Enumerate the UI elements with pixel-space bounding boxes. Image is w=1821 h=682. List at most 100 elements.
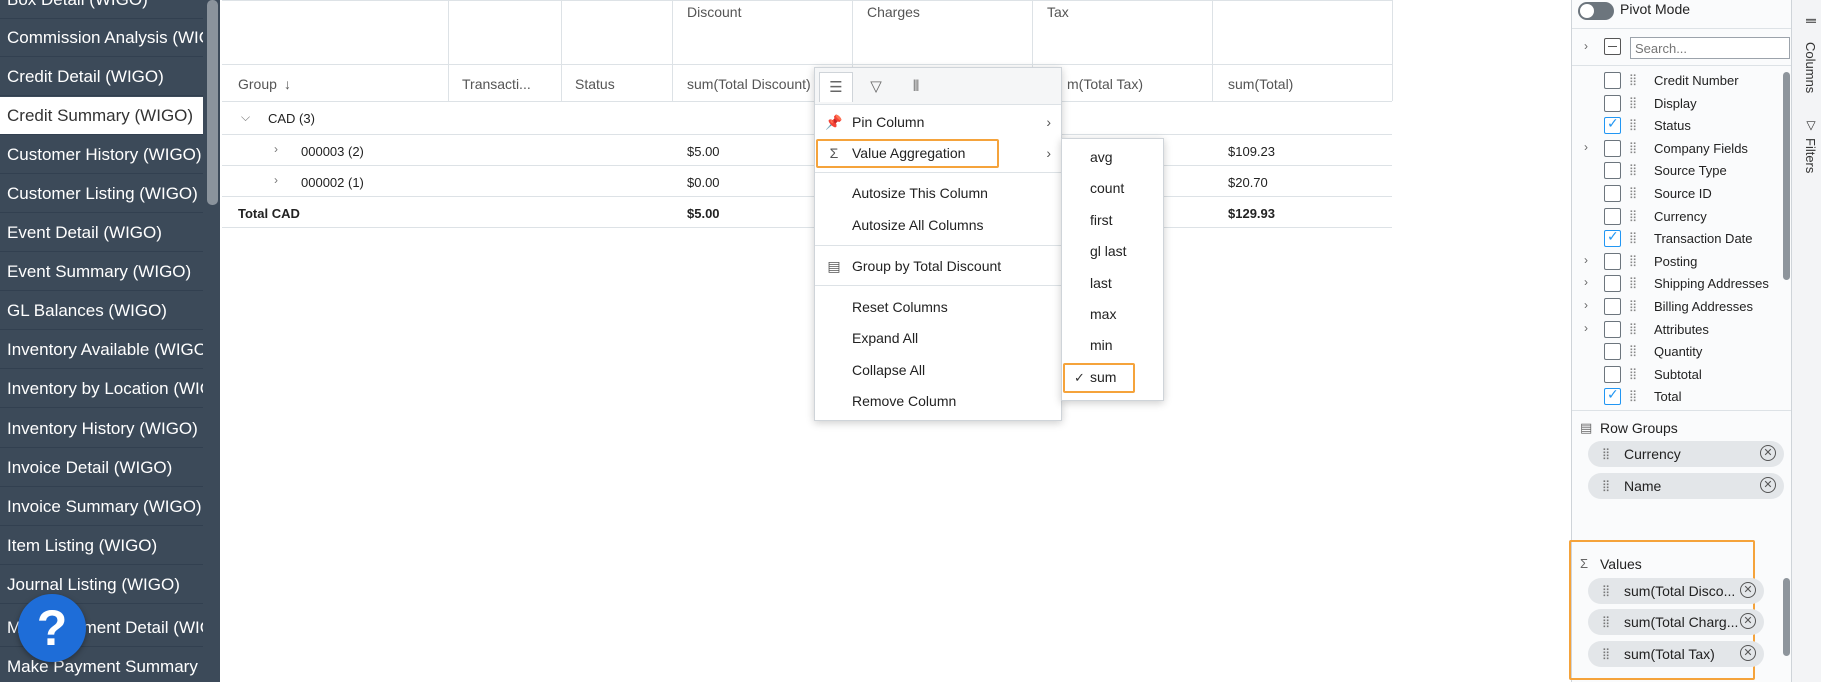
menu-item-reset-columns[interactable]: Reset Columns [815, 292, 1061, 322]
column-checkbox[interactable] [1604, 72, 1621, 89]
column-header-status[interactable]: Status [575, 76, 615, 92]
drag-handle-icon[interactable]: ⣿ [1602, 441, 1610, 467]
column-item[interactable]: ⣿ Currency [1572, 206, 1782, 228]
column-item[interactable]: › ⣿ Posting [1572, 251, 1782, 273]
agg-option-gl-last[interactable]: gl last [1062, 236, 1163, 267]
column-item[interactable]: ⣿ Display [1572, 93, 1782, 115]
remove-circle-icon[interactable]: ✕ [1740, 582, 1756, 598]
expand-chevron-icon[interactable]: › [1584, 321, 1588, 335]
column-item[interactable]: ⣿ Source ID [1572, 183, 1782, 205]
drag-handle-icon[interactable]: ⣿ [1629, 186, 1637, 199]
drag-handle-icon[interactable]: ⣿ [1629, 344, 1637, 357]
sidebar-item-credit-summary[interactable]: Credit Summary (WIGO) [0, 97, 203, 135]
group-row-cad[interactable]: CAD (3) [268, 111, 315, 126]
sidebar-item-customer-listing[interactable]: Customer Listing (WIGO) [0, 175, 203, 213]
menu-item-collapse-all[interactable]: Collapse All [815, 355, 1061, 385]
column-item[interactable]: › ⣿ Shipping Addresses [1572, 273, 1782, 295]
expand-chevron-icon[interactable]: › [274, 142, 278, 156]
remove-circle-icon[interactable]: ✕ [1760, 477, 1776, 493]
column-item[interactable]: › ⣿ Attributes [1572, 319, 1782, 341]
column-item[interactable]: ⣿ Transaction Date [1572, 228, 1782, 250]
side-tab-columns[interactable]: Columns [1796, 42, 1818, 93]
drag-handle-icon[interactable]: ⣿ [1629, 163, 1637, 176]
drag-handle-icon[interactable]: ⣿ [1629, 299, 1637, 312]
column-item[interactable]: ⣿ Subtotal [1572, 364, 1782, 386]
sidebar-item-gl-balances[interactable]: GL Balances (WIGO) [0, 292, 203, 330]
sidebar-item-item-listing[interactable]: Item Listing (WIGO) [0, 527, 203, 565]
expand-chevron-icon[interactable]: › [1584, 140, 1588, 154]
column-checkbox[interactable] [1604, 185, 1621, 202]
sidebar-item-journal-listing[interactable]: Journal Listing (WIGO) [0, 566, 203, 604]
collapse-chevron-icon[interactable]: ⌵ [241, 110, 250, 125]
remove-circle-icon[interactable]: ✕ [1760, 445, 1776, 461]
sidebar-item-invoice-detail[interactable]: Invoice Detail (WIGO) [0, 449, 203, 487]
values-scrollbar[interactable] [1783, 578, 1790, 656]
drag-handle-icon[interactable]: ⣿ [1629, 141, 1637, 154]
row-group-pill-name[interactable]: ⣿ Name ✕ [1588, 473, 1784, 499]
drag-handle-icon[interactable]: ⣿ [1602, 641, 1610, 667]
group-row-000002[interactable]: 000002 (1) [301, 175, 364, 190]
sidebar-scrollbar[interactable] [207, 0, 218, 205]
column-checkbox[interactable] [1604, 228, 1621, 248]
column-item[interactable]: › ⣿ Company Fields [1572, 138, 1782, 160]
sidebar-item-inventory-by-location[interactable]: Inventory by Location (WIGO) [0, 370, 203, 408]
column-item[interactable]: › ⣿ Billing Addresses [1572, 296, 1782, 318]
drag-handle-icon[interactable]: ⣿ [1629, 96, 1637, 109]
sidebar-item-inventory-history[interactable]: Inventory History (WIGO) [0, 410, 203, 448]
sidebar-item-event-detail[interactable]: Event Detail (WIGO) [0, 214, 203, 252]
column-item[interactable]: ⣿ Quantity [1572, 341, 1782, 363]
expand-chevron-icon[interactable]: › [274, 173, 278, 187]
column-list-scrollbar[interactable] [1783, 72, 1790, 280]
menu-tab-columns[interactable]: ⦀ [899, 72, 933, 102]
menu-item-remove-column[interactable]: Remove Column [815, 386, 1061, 416]
expand-chevron-icon[interactable]: › [1584, 298, 1588, 312]
remove-circle-icon[interactable]: ✕ [1740, 613, 1756, 629]
group-row-000003[interactable]: 000003 (2) [301, 144, 364, 159]
menu-tab-general[interactable]: ☰ [819, 72, 853, 102]
drag-handle-icon[interactable]: ⣿ [1629, 73, 1637, 86]
side-tab-filters[interactable]: Filters [1796, 138, 1818, 173]
column-search-input[interactable] [1630, 37, 1790, 59]
menu-item-autosize-all[interactable]: Autosize All Columns [815, 210, 1061, 240]
menu-tab-filter[interactable]: ▽ [859, 72, 893, 102]
drag-handle-icon[interactable]: ⣿ [1629, 118, 1637, 131]
value-pill-total-tax[interactable]: ⣿ sum(Total Tax) ✕ [1588, 641, 1764, 667]
drag-handle-icon[interactable]: ⣿ [1602, 578, 1610, 604]
column-checkbox[interactable] [1604, 162, 1621, 180]
column-checkbox[interactable] [1604, 94, 1621, 112]
menu-item-autosize-this[interactable]: Autosize This Column [815, 178, 1061, 208]
drag-handle-icon[interactable]: ⣿ [1629, 389, 1637, 402]
column-checkbox[interactable] [1604, 320, 1621, 338]
column-header-group[interactable]: Group [238, 76, 277, 92]
sidebar-item-commission-analysis[interactable]: Commission Analysis (WIGO) [0, 19, 203, 57]
column-checkbox[interactable] [1604, 252, 1621, 270]
column-checkbox[interactable] [1604, 386, 1621, 406]
column-header-transaction[interactable]: Transacti... [462, 76, 531, 92]
column-item[interactable]: ⣿ Total [1572, 386, 1782, 408]
column-checkbox[interactable] [1604, 115, 1621, 135]
sidebar-item-inventory-available[interactable]: Inventory Available (WIGO) [0, 331, 203, 369]
column-item[interactable]: ⣿ Source Type [1572, 160, 1782, 182]
agg-option-first[interactable]: first [1062, 205, 1163, 236]
column-checkbox[interactable] [1604, 365, 1621, 383]
select-all-checkbox[interactable] [1604, 38, 1621, 55]
column-checkbox[interactable] [1604, 139, 1621, 157]
menu-item-pin-column[interactable]: 📌 Pin Column › [815, 107, 1061, 137]
menu-item-group-by[interactable]: ▤ Group by Total Discount [815, 251, 1061, 281]
sidebar-item-credit-detail[interactable]: Credit Detail (WIGO) [0, 58, 203, 96]
column-header-total[interactable]: sum(Total) [1228, 76, 1293, 92]
agg-option-count[interactable]: count [1062, 173, 1163, 204]
drag-handle-icon[interactable]: ⣿ [1602, 609, 1610, 635]
value-pill-total-discount[interactable]: ⣿ sum(Total Disco... ✕ [1588, 578, 1764, 604]
drag-handle-icon[interactable]: ⣿ [1629, 254, 1637, 267]
expand-chevron-icon[interactable]: › [1584, 275, 1588, 289]
expand-all-chevron-icon[interactable]: › [1584, 39, 1588, 53]
drag-handle-icon[interactable]: ⣿ [1629, 276, 1637, 289]
agg-option-last[interactable]: last [1062, 268, 1163, 299]
drag-handle-icon[interactable]: ⣿ [1629, 231, 1637, 244]
sidebar-item-customer-history[interactable]: Customer History (WIGO) [0, 136, 203, 174]
drag-handle-icon[interactable]: ⣿ [1602, 473, 1610, 499]
drag-handle-icon[interactable]: ⣿ [1629, 322, 1637, 335]
column-checkbox[interactable] [1604, 207, 1621, 225]
agg-option-avg[interactable]: avg [1062, 142, 1163, 173]
